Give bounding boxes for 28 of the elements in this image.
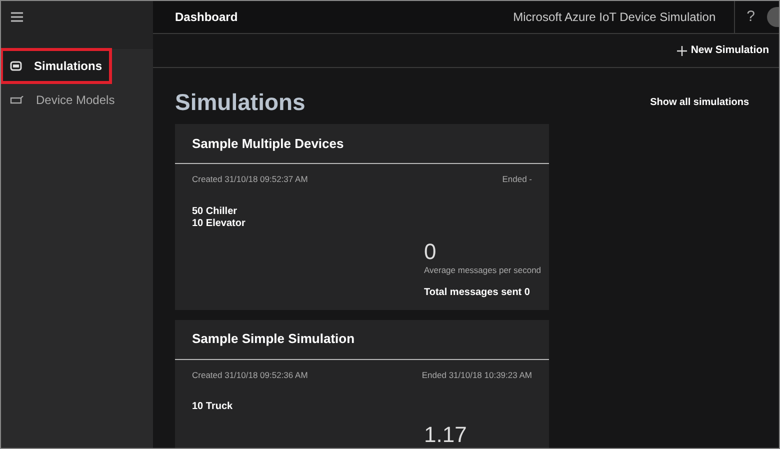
created-date: Created 31/10/18 09:52:37 AM bbox=[192, 173, 308, 186]
device-count: 50 Chiller bbox=[192, 206, 238, 218]
simulation-card[interactable]: Sample Simple Simulation Created 31/10/18 09:52:36 AM Ended 31/10/18 10:39:23 AM 10 Truck 1.17 bbox=[175, 320, 549, 448]
page-breadcrumb: Dashboard bbox=[175, 9, 239, 26]
device-icon bbox=[10, 96, 24, 104]
created-date: Created 31/10/18 09:52:36 AM bbox=[192, 368, 308, 382]
plus-icon bbox=[676, 46, 687, 56]
page-title: Simulations bbox=[175, 88, 306, 116]
new-simulation-button[interactable]: New Simulation bbox=[676, 42, 769, 58]
avatar[interactable] bbox=[767, 7, 779, 27]
simulation-name: Sample Simple Simulation bbox=[192, 330, 355, 348]
rate-value: 1.17 bbox=[424, 423, 468, 448]
nav-item[interactable]: Simulations bbox=[1, 49, 111, 83]
menu-icon[interactable] bbox=[11, 12, 23, 22]
total-messages: Total messages sent 0 bbox=[424, 286, 531, 300]
device-count: 10 Truck bbox=[192, 401, 234, 414]
simulation-card[interactable]: Sample Multiple Devices Created 31/10/18 09:52:37 AM Ended - 50 Chiller 10 Elevator 0 Average messages per second Total messages sent 0 bbox=[175, 124, 549, 310]
ended-date: Ended - bbox=[502, 173, 532, 186]
ended-date: Ended 31/10/18 10:39:23 AM bbox=[422, 368, 532, 382]
device-count: 10 Elevator bbox=[192, 218, 246, 230]
help-button[interactable]: ? bbox=[734, 1, 767, 33]
show-all-link[interactable]: Show all simulations bbox=[650, 95, 749, 110]
device-icon bbox=[10, 61, 22, 71]
simulation-name: Sample Multiple Devices bbox=[192, 134, 344, 153]
app-title: Microsoft Azure IoT Device Simulation bbox=[513, 9, 717, 26]
nav-item[interactable]: Device Models bbox=[1, 83, 153, 117]
rate-value: 0 bbox=[424, 240, 438, 264]
rate-label: Average messages per second bbox=[424, 264, 542, 276]
